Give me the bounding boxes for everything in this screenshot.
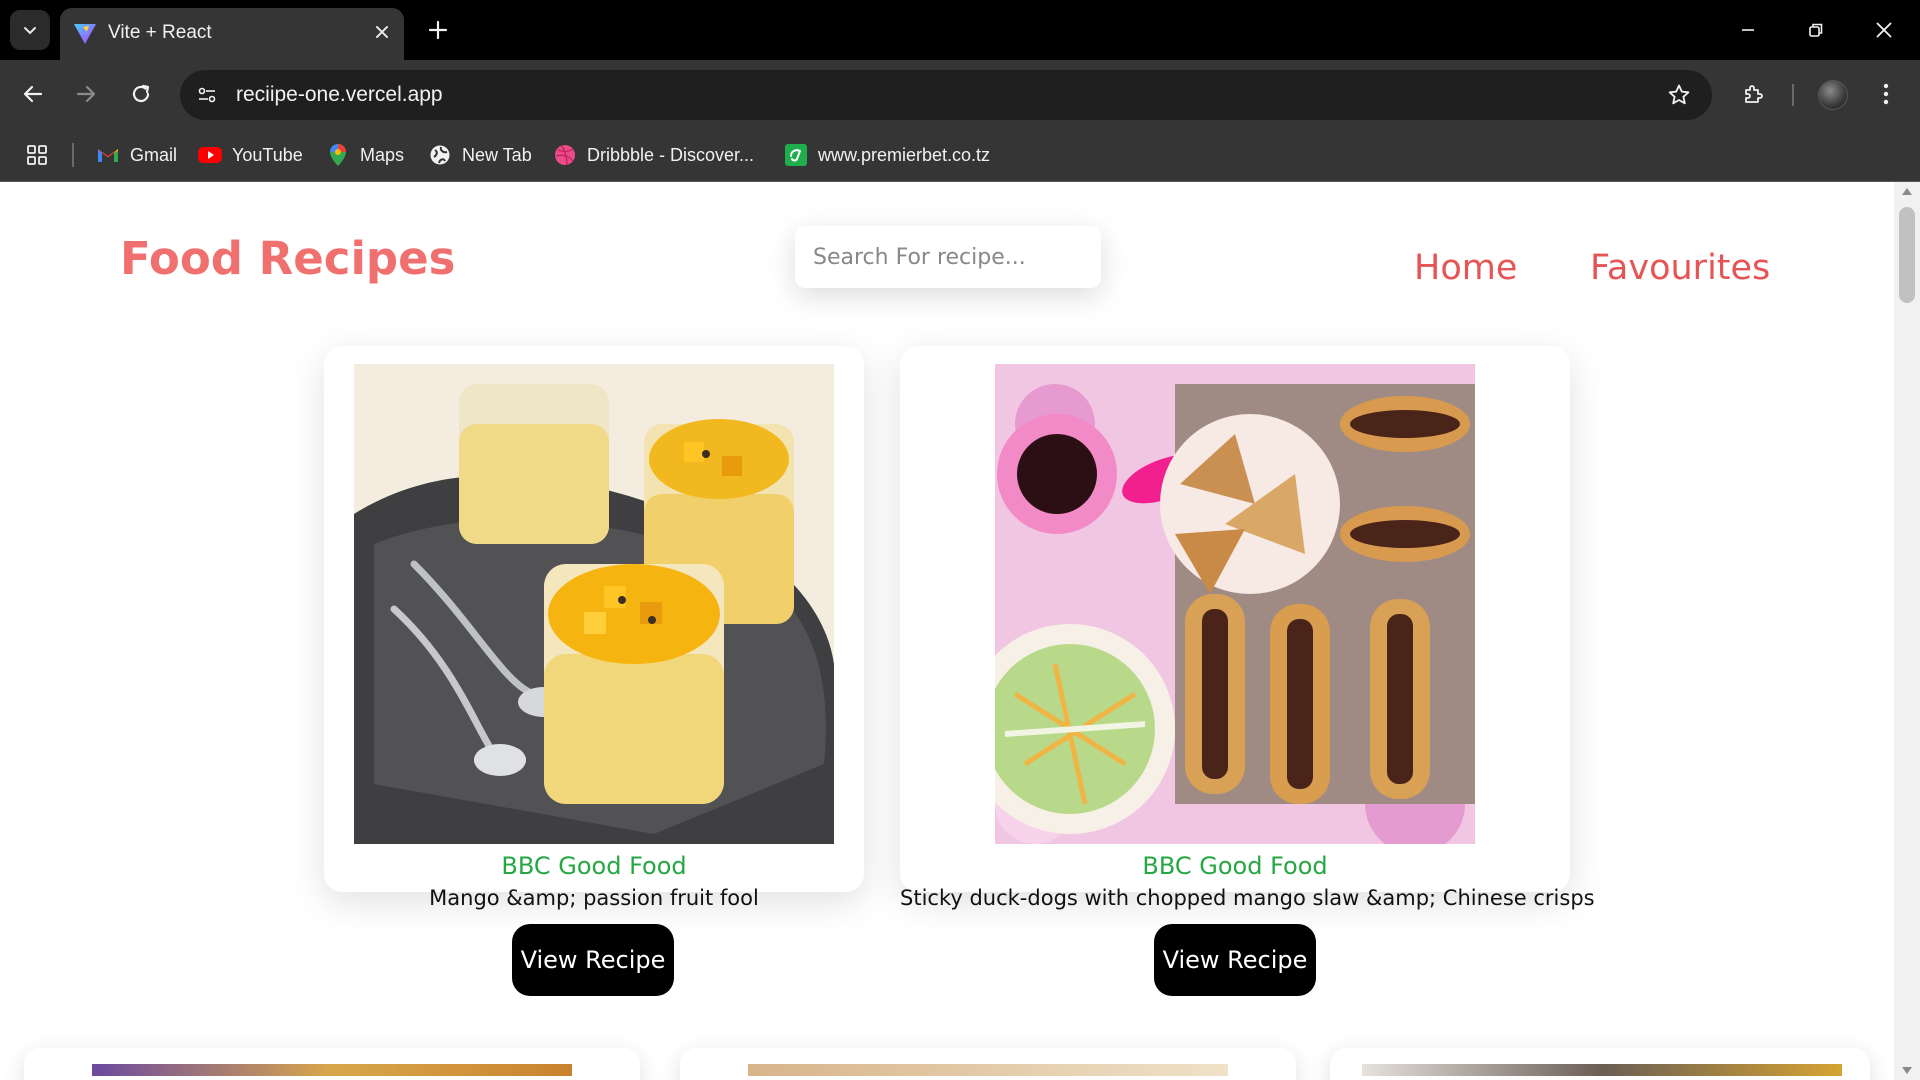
- puzzle-icon: [1745, 85, 1763, 103]
- bookmark-label: Maps: [360, 144, 405, 165]
- bookmark-label: New Tab: [462, 144, 532, 165]
- arrow-left-icon: [23, 85, 43, 103]
- browser-toolbar: reciipe-one.vercel.app: [0, 60, 1920, 128]
- recipe-image: [354, 364, 834, 844]
- view-recipe-button[interactable]: View Recipe: [1154, 924, 1316, 996]
- bookmark-label: Gmail: [130, 144, 178, 165]
- extensions-button[interactable]: [1734, 74, 1774, 114]
- premierbet-icon: [784, 143, 808, 167]
- bookmark-star-button[interactable]: [1664, 80, 1694, 110]
- apps-button[interactable]: [22, 140, 52, 170]
- minimize-icon: [1742, 29, 1754, 31]
- search-input[interactable]: [795, 226, 1101, 288]
- recipe-source: BBC Good Food: [501, 852, 687, 880]
- reload-icon: [132, 84, 150, 103]
- recipe-image: [92, 1064, 572, 1076]
- recipe-card: [24, 1048, 640, 1080]
- dribbble-icon: [553, 143, 577, 167]
- back-button[interactable]: [13, 74, 53, 114]
- restore-button[interactable]: [1794, 12, 1838, 48]
- minimize-button[interactable]: [1726, 12, 1770, 48]
- recipe-source: BBC Good Food: [1142, 852, 1328, 880]
- bookmark-label: YouTube: [232, 144, 303, 165]
- toolbar-divider: [1792, 84, 1794, 106]
- reload-button[interactable]: [121, 74, 161, 114]
- close-window-button[interactable]: [1862, 12, 1906, 48]
- address-bar[interactable]: reciipe-one.vercel.app: [180, 70, 1712, 120]
- vertical-scrollbar[interactable]: [1894, 182, 1920, 1080]
- recipe-card: [680, 1048, 1296, 1080]
- restore-icon: [1809, 23, 1823, 37]
- more-vertical-icon: [1883, 83, 1889, 105]
- close-icon: [376, 26, 388, 38]
- star-icon: [1668, 84, 1690, 105]
- recipe-image: [995, 364, 1475, 844]
- bookmark-new-tab[interactable]: New Tab: [428, 140, 532, 170]
- gmail-icon: [96, 143, 120, 167]
- recipe-image: [1362, 1064, 1842, 1076]
- close-icon: [1876, 22, 1892, 38]
- bookmark-label: Dribbble - Discover...: [587, 144, 755, 165]
- tab-search-button[interactable]: [10, 10, 50, 50]
- brand-title[interactable]: Food Recipes: [120, 232, 455, 285]
- maps-icon: [326, 143, 350, 167]
- url-text[interactable]: reciipe-one.vercel.app: [236, 83, 443, 107]
- new-tab-button[interactable]: [420, 12, 456, 48]
- scroll-down-arrow-icon[interactable]: [1902, 1067, 1912, 1074]
- apps-grid-icon: [27, 145, 47, 165]
- tab-strip: Vite + React: [0, 0, 1920, 60]
- sticky-duck-dogs-photo: [995, 364, 1475, 844]
- nav-favourites-link[interactable]: Favourites: [1590, 248, 1770, 288]
- page-viewport: Food Recipes Home Favourites: [0, 182, 1894, 1080]
- bookmark-maps[interactable]: Maps: [326, 140, 404, 170]
- globe-icon: [428, 143, 452, 167]
- recipe-title: Mango &amp; passion fruit fool: [429, 886, 759, 910]
- bookmark-label: www.premierbet.co.tz: [818, 144, 991, 165]
- recipe-card: [1330, 1048, 1870, 1080]
- tab-close-button[interactable]: [368, 18, 396, 46]
- bookmark-youtube[interactable]: YouTube: [198, 140, 303, 170]
- bookmark-dribbble[interactable]: Dribbble - Discover...: [553, 140, 754, 170]
- bookmarks-separator: [72, 143, 74, 167]
- browser-menu-button[interactable]: [1866, 74, 1906, 114]
- recipe-image: [748, 1064, 1228, 1076]
- arrow-right-icon: [76, 85, 96, 103]
- active-tab[interactable]: Vite + React: [60, 8, 404, 60]
- recipe-title: Sticky duck-dogs with chopped mango slaw…: [900, 886, 1595, 910]
- view-recipe-button[interactable]: View Recipe: [512, 924, 674, 996]
- profile-avatar[interactable]: [1818, 80, 1848, 110]
- vite-icon: [74, 24, 96, 44]
- recipe-card: BBC Good Food Sticky duck-dogs with chop…: [900, 346, 1595, 996]
- youtube-icon: [198, 143, 222, 167]
- tab-title: Vite + React: [108, 22, 212, 43]
- bookmark-gmail[interactable]: Gmail: [96, 140, 177, 170]
- browser-chrome: Vite + React reciipe-one.vercel.app Gmai…: [0, 0, 1920, 182]
- mango-passion-fruit-fool-photo: [354, 364, 834, 844]
- forward-button[interactable]: [66, 74, 106, 114]
- nav-home-link[interactable]: Home: [1414, 248, 1517, 288]
- chevron-down-icon: [24, 27, 36, 35]
- scrollbar-thumb[interactable]: [1899, 207, 1915, 303]
- site-info-icon[interactable]: [194, 82, 220, 108]
- plus-icon: [428, 20, 448, 40]
- scroll-up-arrow-icon[interactable]: [1902, 188, 1912, 195]
- recipe-card: BBC Good Food Mango &amp; passion fruit …: [324, 346, 864, 996]
- bookmarks-bar: Gmail YouTube Maps New Tab Dribbble - Di…: [0, 128, 1920, 182]
- bookmark-premierbet[interactable]: www.premierbet.co.tz: [784, 140, 990, 170]
